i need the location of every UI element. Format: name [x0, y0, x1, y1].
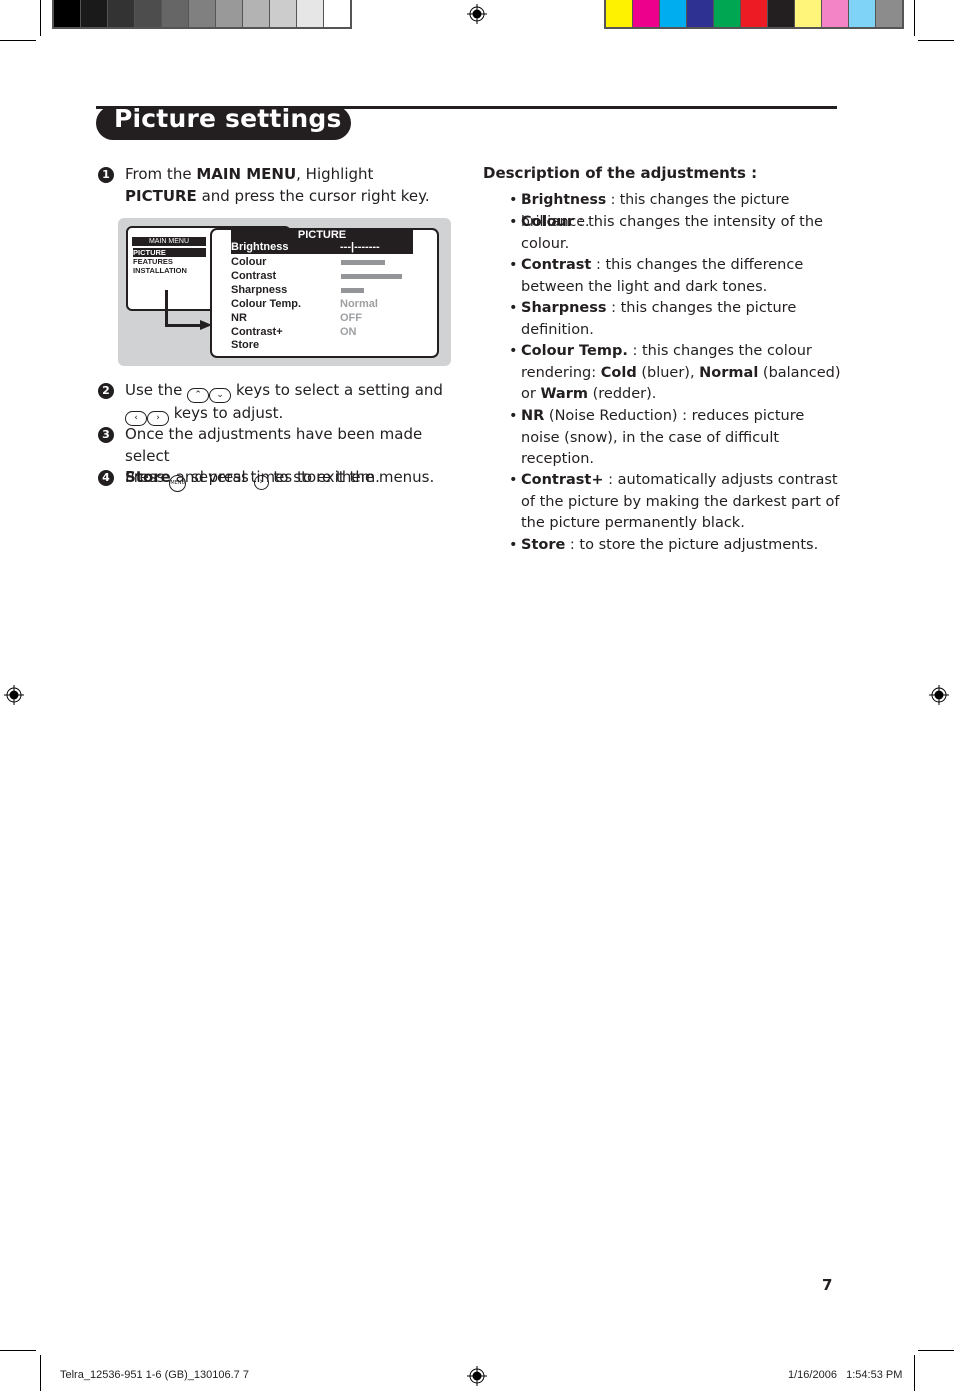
color-swatch — [768, 0, 794, 27]
color-swatch — [876, 0, 902, 27]
color-swatch — [660, 0, 686, 27]
colour-level-bar — [341, 260, 385, 265]
registration-mark-icon — [4, 685, 24, 705]
step-text: From the MAIN MENU, Highlight PICTURE an… — [125, 165, 430, 205]
page-number: 7 — [822, 1276, 833, 1294]
grey-swatch — [324, 0, 350, 27]
brightness-slider: ---|------- — [340, 241, 380, 253]
grey-swatch — [189, 0, 215, 27]
grey-swatch — [81, 0, 107, 27]
picture-menu-title: PICTURE — [231, 229, 413, 241]
registration-mark-icon — [929, 685, 949, 705]
picture-row-brightness: Brightness ---|------- — [231, 241, 413, 254]
menu-key-icon: MENU — [169, 475, 187, 492]
main-menu-item-features: FEATURES — [133, 257, 173, 266]
grey-swatch — [270, 0, 296, 27]
picture-row-contrast-plus: Contrast+ ON — [231, 326, 357, 338]
color-swatch — [822, 0, 848, 27]
color-swatch — [849, 0, 875, 27]
down-key-icon: ⌄ — [209, 388, 232, 403]
footer-filename: Telra_12536-951 1-6 (GB)_130106.7 7 — [60, 1369, 249, 1381]
picture-row-store: Store — [231, 339, 260, 351]
step-number: 2 — [98, 383, 114, 399]
crop-mark — [0, 1350, 36, 1351]
step-number: 4 — [98, 470, 114, 486]
footer-timestamp: 1/16/2006 1:54:53 PM — [788, 1369, 903, 1381]
grey-swatch — [243, 0, 269, 27]
crop-mark — [40, 0, 41, 36]
arrow-icon — [165, 324, 203, 327]
main-menu-item-installation: INSTALLATION — [133, 266, 187, 275]
color-swatch — [714, 0, 740, 27]
color-calibration-strip — [604, 0, 904, 29]
color-swatch — [633, 0, 659, 27]
main-menu-title: MAIN MENU — [132, 237, 206, 246]
picture-row-contrast: Contrast — [231, 269, 413, 283]
crop-mark — [918, 40, 954, 41]
picture-row-nr: NR OFF — [231, 312, 362, 324]
grey-swatch — [54, 0, 80, 27]
color-swatch — [687, 0, 713, 27]
color-swatch — [741, 0, 767, 27]
crop-mark — [914, 1355, 915, 1391]
grey-swatch — [297, 0, 323, 27]
picture-row-colour-temp: Colour Temp. Normal — [231, 298, 378, 310]
step-number: 1 — [98, 167, 114, 183]
grey-calibration-strip — [52, 0, 352, 29]
color-swatch — [795, 0, 821, 27]
contrast-level-bar — [341, 274, 402, 279]
step-text: Use the ⌃ ⌄ keys to select a setting and … — [125, 380, 455, 426]
grey-swatch — [162, 0, 188, 27]
crop-mark — [918, 1350, 954, 1351]
step-text: Press MENU several times to exit the men… — [125, 467, 455, 492]
registration-mark-icon — [467, 4, 487, 24]
grey-swatch — [108, 0, 134, 27]
registration-mark-icon — [467, 1366, 487, 1386]
step-number: 3 — [98, 427, 114, 443]
grey-swatch — [135, 0, 161, 27]
color-swatch — [606, 0, 632, 27]
arrow-icon — [165, 290, 168, 327]
picture-row-colour: Colour — [231, 255, 413, 269]
grey-swatch — [216, 0, 242, 27]
crop-mark — [914, 0, 915, 36]
crop-mark — [0, 40, 36, 41]
up-key-icon: ⌃ — [187, 388, 210, 403]
sharpness-level-bar — [341, 288, 364, 293]
picture-row-sharpness: Sharpness — [231, 283, 413, 297]
page-title: Picture settings — [114, 104, 342, 133]
crop-mark — [40, 1355, 41, 1391]
main-menu-item-picture: PICTURE — [133, 248, 206, 257]
description-heading: Description of the adjustments : — [483, 164, 758, 182]
